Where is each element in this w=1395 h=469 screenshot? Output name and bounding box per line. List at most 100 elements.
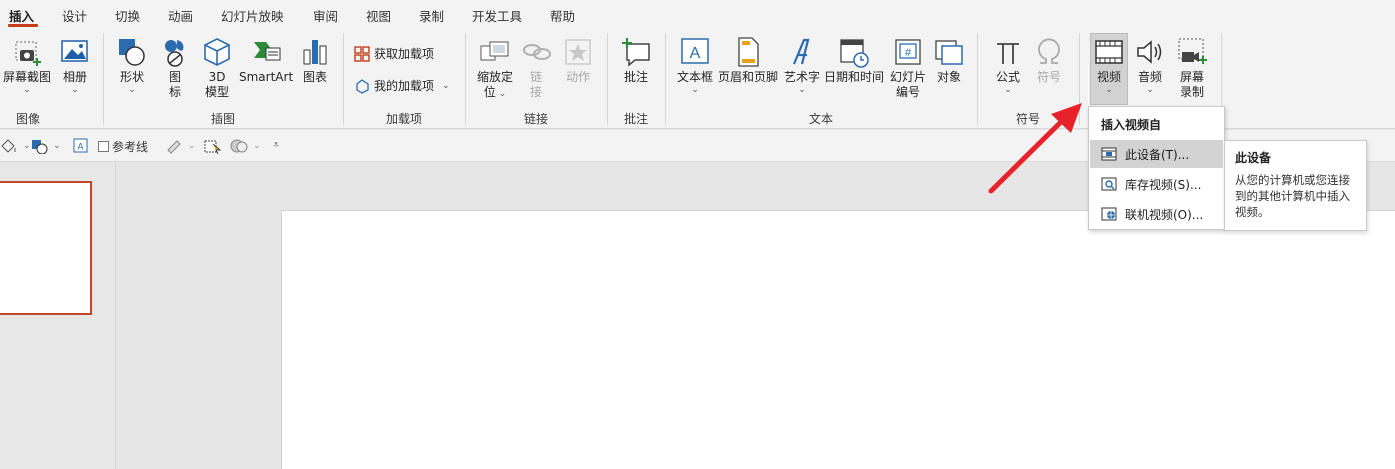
symbol-button[interactable]: 符号 [1034, 36, 1064, 85]
svg-text:A: A [690, 45, 701, 62]
icons-button[interactable]: 图 标 [158, 36, 192, 100]
text-box-small-icon: A [73, 138, 88, 153]
menu-item-this-device[interactable]: 此设备(T)... [1090, 140, 1223, 168]
chevron-down-icon: ⌄ [53, 141, 61, 151]
shape-outline-icon [32, 140, 48, 154]
insert-video-dropdown: 插入视频自 此设备(T)... 库存视频(S)... 联机视频(O)... [1088, 106, 1225, 230]
tab-view[interactable]: 视图 [366, 6, 391, 25]
header-footer-icon [738, 37, 759, 67]
arrange-button[interactable]: ⌄ [230, 138, 261, 154]
smartart-button[interactable]: SmartArt [239, 36, 293, 85]
selection-icon [204, 140, 222, 154]
svg-text:#: # [905, 47, 912, 59]
tab-design[interactable]: 设计 [62, 6, 87, 25]
3d-models-button[interactable]: 3D 模型 [200, 36, 234, 100]
icons-icon [165, 40, 184, 67]
ribbon-tabs: 插入 设计 切换 动画 幻灯片放映 审阅 视图 录制 开发工具 帮助 [0, 0, 1395, 27]
omega-icon [1038, 38, 1060, 64]
smartart-icon [254, 42, 281, 61]
speaker-icon [1137, 40, 1162, 64]
video-button[interactable]: 视频 ⌄ [1090, 36, 1128, 95]
tab-animations[interactable]: 动画 [168, 6, 193, 25]
tab-help[interactable]: 帮助 [550, 6, 575, 25]
chevron-down-icon: ⌄ [1105, 85, 1113, 95]
chevron-down-icon: ⌄ [71, 85, 79, 95]
comment-button[interactable]: 批注 [618, 36, 654, 85]
screen-recording-icon [1178, 38, 1207, 64]
video-device-icon [1101, 147, 1117, 161]
overlap-circles-icon [230, 139, 248, 153]
zoom-slides-icon [480, 41, 509, 61]
calendar-clock-icon [840, 39, 869, 68]
object-button[interactable]: 对象 [933, 36, 965, 85]
group-label-addins: 加载项 [385, 112, 422, 126]
screenshot-button[interactable]: 屏幕截图 ⌄ [2, 36, 52, 95]
chevron-down-icon: ⌄ [128, 85, 136, 95]
link-button[interactable]: 链 接 [522, 36, 551, 100]
wordart-icon [792, 38, 810, 65]
slide-number-icon: # [895, 39, 921, 65]
pen-icon [167, 140, 181, 154]
menu-item-online-video[interactable]: 联机视频(O)... [1090, 200, 1223, 228]
link-icon [523, 44, 551, 60]
store-grid-icon [354, 45, 370, 62]
slide-thumbnail-1[interactable] [0, 181, 92, 315]
powerpoint-window: 插入 设计 切换 动画 幻灯片放映 审阅 视图 录制 开发工具 帮助 屏幕截图 … [0, 0, 1395, 469]
action-star-icon [565, 39, 591, 65]
customize-toolbar-button[interactable]: ⩡ [273, 138, 279, 152]
group-label-illustrations: 插图 [210, 112, 235, 126]
slide-thumbnail-pane [0, 163, 116, 469]
svg-text:A: A [77, 142, 83, 152]
audio-button[interactable]: 音频 ⌄ [1134, 36, 1166, 95]
pen-color-button[interactable]: ⌄ [165, 138, 196, 154]
wordart-button[interactable]: 艺术字 ⌄ [782, 36, 822, 95]
tab-insert[interactable]: 插入 [9, 6, 34, 25]
chart-button[interactable]: 图表 [299, 36, 331, 85]
chevron-down-icon: ⌄ [1004, 85, 1012, 95]
pi-icon [997, 43, 1019, 64]
chevron-down-icon: ⌄ [442, 80, 450, 91]
paint-bucket-icon [1, 139, 16, 153]
object-icon [935, 40, 963, 65]
photo-album-icon [61, 40, 88, 62]
tooltip-title: 此设备 [1235, 151, 1272, 165]
cube-icon [204, 38, 230, 66]
shapes-button[interactable]: 形状 ⌄ [114, 36, 150, 95]
equation-button[interactable]: 公式 ⌄ [993, 36, 1023, 95]
chevron-down-icon: ⌄ [495, 89, 507, 99]
text-fill-button[interactable]: A [72, 138, 90, 154]
zoom-button[interactable]: 缩放定 位 ⌄ [474, 36, 516, 102]
tab-transitions[interactable]: 切换 [115, 6, 140, 25]
group-label-links: 链接 [523, 112, 548, 126]
shape-outline-button[interactable]: ⌄ [30, 138, 61, 154]
guides-checkbox-box[interactable] [98, 141, 109, 152]
customize-caret-icon: ⩡ [273, 138, 280, 151]
textbox-button[interactable]: A 文本框 ⌄ [675, 36, 715, 95]
my-addins-button[interactable]: 我的加载项 ⌄ [354, 77, 450, 94]
chevron-down-icon: ⌄ [1146, 85, 1154, 95]
tab-slideshow[interactable]: 幻灯片放映 [221, 6, 284, 25]
tab-record[interactable]: 录制 [419, 6, 444, 25]
red-arrow-annotation [988, 103, 1082, 194]
chart-icon [303, 40, 327, 65]
header-footer-button[interactable]: 页眉和页脚 [717, 36, 779, 85]
tooltip-body: 从您的计算机或您连接到的其他计算机中插入视频。 [1235, 173, 1350, 219]
get-addins-button[interactable]: 获取加载项 [354, 45, 434, 62]
screen-recording-button[interactable]: 屏幕 录制 [1175, 36, 1209, 100]
slide-number-button[interactable]: # 幻灯片 编号 [888, 36, 928, 100]
chevron-down-icon: ⌄ [691, 85, 699, 95]
tab-developer[interactable]: 开发工具 [472, 6, 522, 25]
guides-checkbox[interactable]: 参考线 [98, 138, 148, 155]
date-time-button[interactable]: 日期和时间 [823, 36, 885, 85]
group-label-images: 图像 [15, 112, 40, 126]
dropdown-title: 插入视频自 [1101, 118, 1162, 132]
action-button[interactable]: 动作 [561, 36, 595, 85]
fill-color-button[interactable]: ⌄ [0, 138, 31, 154]
slide-canvas[interactable] [281, 210, 1395, 469]
tab-review[interactable]: 审阅 [313, 6, 338, 25]
group-label-text: 文本 [808, 112, 833, 126]
menu-item-stock-video[interactable]: 库存视频(S)... [1090, 170, 1223, 198]
album-button[interactable]: 相册 ⌄ [58, 36, 92, 95]
select-pane-button[interactable] [204, 138, 222, 154]
chevron-down-icon: ⌄ [253, 141, 261, 151]
